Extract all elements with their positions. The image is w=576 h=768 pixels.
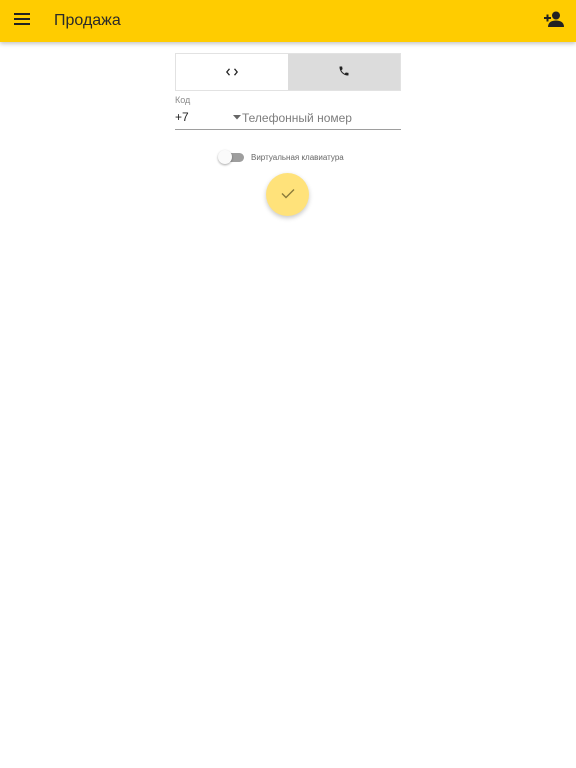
app-bar: Продажа [0,0,576,42]
page-title: Продажа [54,12,121,29]
input-mode-toggle [175,53,401,91]
phone-field: +7 [175,108,401,130]
toggle-thumb [218,150,232,164]
code-brackets-icon [225,65,239,79]
menu-button[interactable] [8,7,36,35]
phone-icon [338,65,350,80]
virtual-keyboard-row: Виртуальная клавиатура [218,150,344,164]
add-customer-button[interactable] [540,7,568,35]
menu-icon [14,12,30,30]
virtual-keyboard-label: Виртуальная клавиатура [251,152,344,162]
country-code-label: Код [175,95,191,105]
virtual-keyboard-toggle[interactable] [218,150,245,164]
code-mode-button[interactable] [176,54,288,90]
phone-mode-button[interactable] [288,54,400,90]
confirm-button[interactable] [266,173,309,216]
phone-number-input[interactable] [242,108,400,127]
check-icon [281,186,295,204]
person-add-icon [544,11,564,32]
sale-screen: Продажа Код +7 Телефонный номер Виртуаль… [0,0,576,768]
country-code-value[interactable]: +7 [175,110,189,124]
